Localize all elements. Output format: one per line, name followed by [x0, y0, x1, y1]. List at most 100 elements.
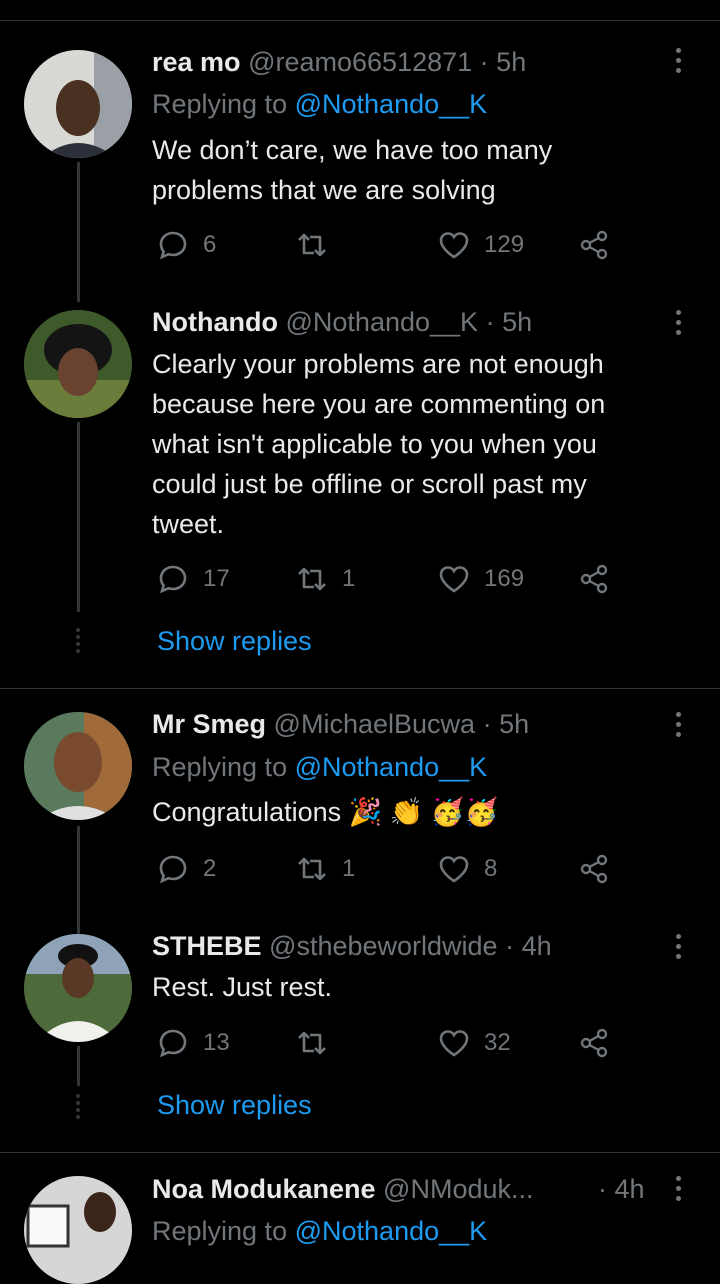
- thread-divider: [0, 688, 720, 689]
- share-button[interactable]: [578, 1027, 610, 1059]
- retweet-icon: [298, 567, 326, 591]
- avatar[interactable]: [24, 934, 132, 1042]
- author-name[interactable]: Mr Smeg: [152, 709, 266, 739]
- author-name[interactable]: rea mo: [152, 47, 241, 77]
- author-handle[interactable]: @MichaelBucwa: [274, 709, 476, 739]
- like-button[interactable]: 32: [438, 1027, 511, 1059]
- tweet-text: Congratulations 🎉 👏 🥳🥳: [152, 797, 499, 827]
- like-count: 129: [484, 231, 525, 258]
- reply-count: 2: [203, 855, 217, 882]
- tweet-header: rea mo @reamo66512871 · 5h: [152, 45, 526, 79]
- like-count: 169: [484, 565, 525, 592]
- thread-dots: [76, 628, 81, 656]
- heart-icon: [439, 566, 469, 593]
- tweet-header: Mr Smeg @MichaelBucwa · 5h: [152, 707, 529, 741]
- heart-icon: [439, 232, 469, 259]
- tweet-header: Nothando @Nothando__K · 5h: [152, 305, 532, 339]
- timestamp[interactable]: 4h: [615, 1174, 645, 1204]
- author-handle[interactable]: @NModuk...: [383, 1174, 533, 1204]
- retweet-button[interactable]: 1: [296, 853, 355, 885]
- separator: ·: [598, 1174, 607, 1204]
- replying-label: Replying to: [152, 1216, 288, 1246]
- separator: ·: [485, 307, 495, 337]
- author-handle[interactable]: @sthebeworldwide: [269, 931, 498, 961]
- author-name[interactable]: Nothando: [152, 307, 278, 337]
- reply-button[interactable]: 13: [157, 1027, 230, 1059]
- more-icon[interactable]: [676, 48, 686, 78]
- mention-link[interactable]: @Nothando__K: [295, 752, 488, 782]
- mention-link[interactable]: @Nothando__K: [295, 1216, 488, 1246]
- reply-icon: [159, 231, 187, 260]
- reply-count: 6: [203, 231, 217, 258]
- thread-dots: [76, 1094, 81, 1122]
- reply-button[interactable]: 2: [157, 853, 216, 885]
- share-button[interactable]: [578, 563, 610, 595]
- reply-count: 13: [203, 1029, 230, 1056]
- reply-button[interactable]: 6: [157, 229, 216, 261]
- tweet-text: Rest. Just rest.: [152, 972, 333, 1002]
- share-icon: [580, 1028, 608, 1058]
- like-count: 8: [484, 855, 498, 882]
- timestamp[interactable]: 5h: [496, 47, 526, 77]
- retweet-count: 1: [342, 855, 356, 882]
- show-replies-link[interactable]: Show replies: [157, 626, 312, 657]
- timestamp[interactable]: 5h: [499, 709, 529, 739]
- reply-button[interactable]: 17: [157, 563, 230, 595]
- share-icon: [580, 564, 608, 594]
- retweet-button[interactable]: [296, 1027, 342, 1059]
- author-handle[interactable]: @Nothando__K: [286, 307, 479, 337]
- retweet-icon: [298, 857, 326, 881]
- share-icon: [580, 230, 608, 260]
- avatar[interactable]: [24, 310, 132, 418]
- more-icon[interactable]: [676, 712, 686, 742]
- tweet-header: STHEBE @sthebeworldwide · 4h: [152, 929, 552, 963]
- thread-line: [77, 1046, 80, 1086]
- timestamp[interactable]: 4h: [522, 931, 552, 961]
- share-button[interactable]: [578, 853, 610, 885]
- share-icon: [580, 854, 608, 884]
- timestamp-group: · 4h: [598, 1172, 645, 1206]
- thread-line: [77, 422, 80, 612]
- more-icon[interactable]: [676, 1176, 686, 1206]
- more-icon[interactable]: [676, 934, 686, 964]
- like-button[interactable]: 169: [438, 563, 524, 595]
- heart-icon: [439, 856, 469, 883]
- thread-divider: [0, 1152, 720, 1153]
- author-name[interactable]: Noa Modukanene: [152, 1174, 376, 1204]
- reply-icon: [159, 855, 187, 884]
- author-handle[interactable]: @reamo66512871: [248, 47, 472, 77]
- mention-link[interactable]: @Nothando__K: [295, 89, 488, 119]
- avatar[interactable]: [24, 1176, 132, 1284]
- like-button[interactable]: 8: [438, 853, 497, 885]
- replying-to: Replying to @Nothando__K: [152, 750, 487, 784]
- show-replies-link[interactable]: Show replies: [157, 1090, 312, 1121]
- author-name[interactable]: STHEBE: [152, 931, 262, 961]
- avatar[interactable]: [24, 712, 132, 820]
- thread-line: [77, 826, 80, 934]
- retweet-icon: [298, 1031, 326, 1055]
- more-icon[interactable]: [676, 310, 686, 340]
- like-button[interactable]: 129: [438, 229, 524, 261]
- retweet-button[interactable]: 1: [296, 563, 355, 595]
- heart-icon: [439, 1030, 469, 1057]
- tweet-text: We don’t care, we have too many problems…: [152, 135, 553, 205]
- separator: ·: [482, 709, 492, 739]
- reply-icon: [159, 1029, 187, 1058]
- tweet-text: Clearly your problems are not enough bec…: [152, 349, 606, 539]
- thread-line: [77, 162, 80, 302]
- avatar[interactable]: [24, 50, 132, 158]
- retweet-button[interactable]: [296, 229, 342, 261]
- like-count: 32: [484, 1029, 511, 1056]
- top-divider: [0, 20, 720, 21]
- retweet-icon: [298, 233, 326, 257]
- retweet-count: 1: [342, 565, 356, 592]
- separator: ·: [479, 47, 489, 77]
- reply-icon: [159, 565, 187, 594]
- share-button[interactable]: [578, 229, 610, 261]
- reply-count: 17: [203, 565, 230, 592]
- timestamp[interactable]: 5h: [502, 307, 532, 337]
- replying-label: Replying to: [152, 752, 288, 782]
- replying-to: Replying to @Nothando__K: [152, 87, 487, 121]
- replying-label: Replying to: [152, 89, 288, 119]
- separator: ·: [505, 931, 515, 961]
